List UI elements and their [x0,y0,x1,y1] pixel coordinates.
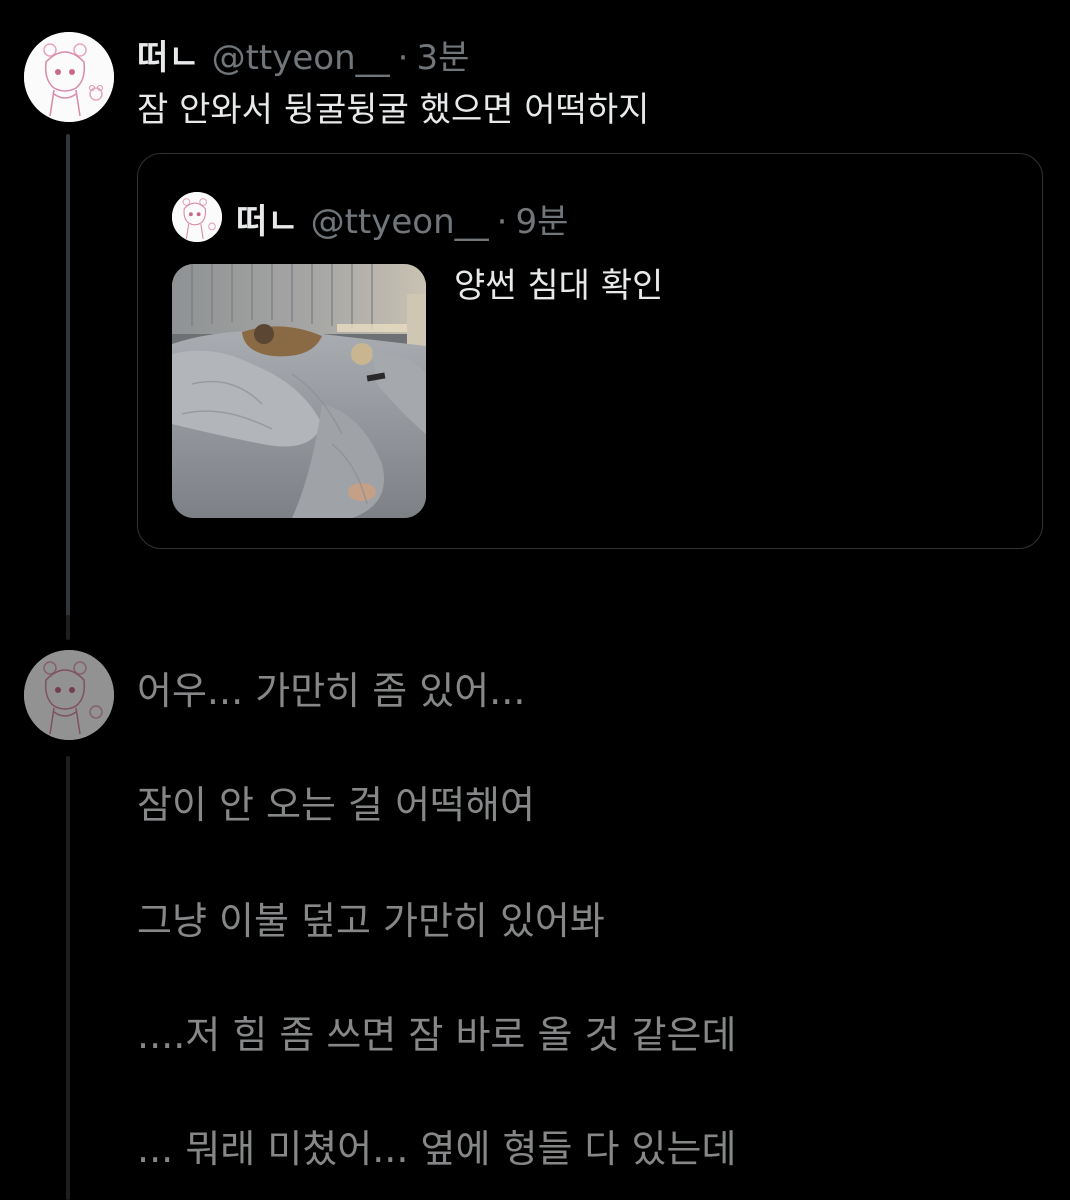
timestamp[interactable]: 3분 [416,30,469,79]
reply-line: ... 뭐래 미쳤어... 옆에 형들 다 있는데 [137,1127,737,1171]
avatar-illustration [172,192,222,242]
thread-line [66,756,70,1200]
quote-handle: @ttyeon__ [310,202,489,242]
avatar-illustration [24,32,114,122]
quote-avatar [172,192,222,242]
bed-photo [172,264,426,518]
avatar-illustration [24,650,114,740]
reply-avatar[interactable] [24,650,114,740]
quote-display-name: 떠ㄴ [236,202,299,242]
separator-dot: · [397,38,409,78]
tweet-text: 잠 안와서 뒹굴뒹굴 했으면 어떡하지 [137,90,650,130]
display-name[interactable]: 떠ㄴ [137,30,200,79]
quote-card[interactable]: 떠ㄴ @ttyeon__ · 9분 양썬 침대 확인 [137,153,1043,549]
quote-timestamp: 9분 [515,202,569,242]
reply-line: ....저 힘 좀 쓰면 잠 바로 올 것 같은데 [137,1013,737,1057]
reply-line: 어우... 가만히 좀 있어... [137,669,526,713]
handle[interactable]: @ttyeon__ [212,38,390,78]
avatar[interactable] [24,32,114,122]
quote-header: 떠ㄴ @ttyeon__ · 9분 [236,194,568,243]
thread-line [66,134,70,640]
reply-line: 잠이 안 오는 걸 어떡해여 [137,783,535,827]
quote-text: 양썬 침대 확인 [454,266,664,306]
separator-dot: · [496,202,508,242]
tweet-header: 떠ㄴ @ttyeon__ · 3분 [137,30,469,79]
reply-line: 그냥 이불 덮고 가만히 있어봐 [137,899,605,943]
quote-image[interactable] [172,264,426,518]
